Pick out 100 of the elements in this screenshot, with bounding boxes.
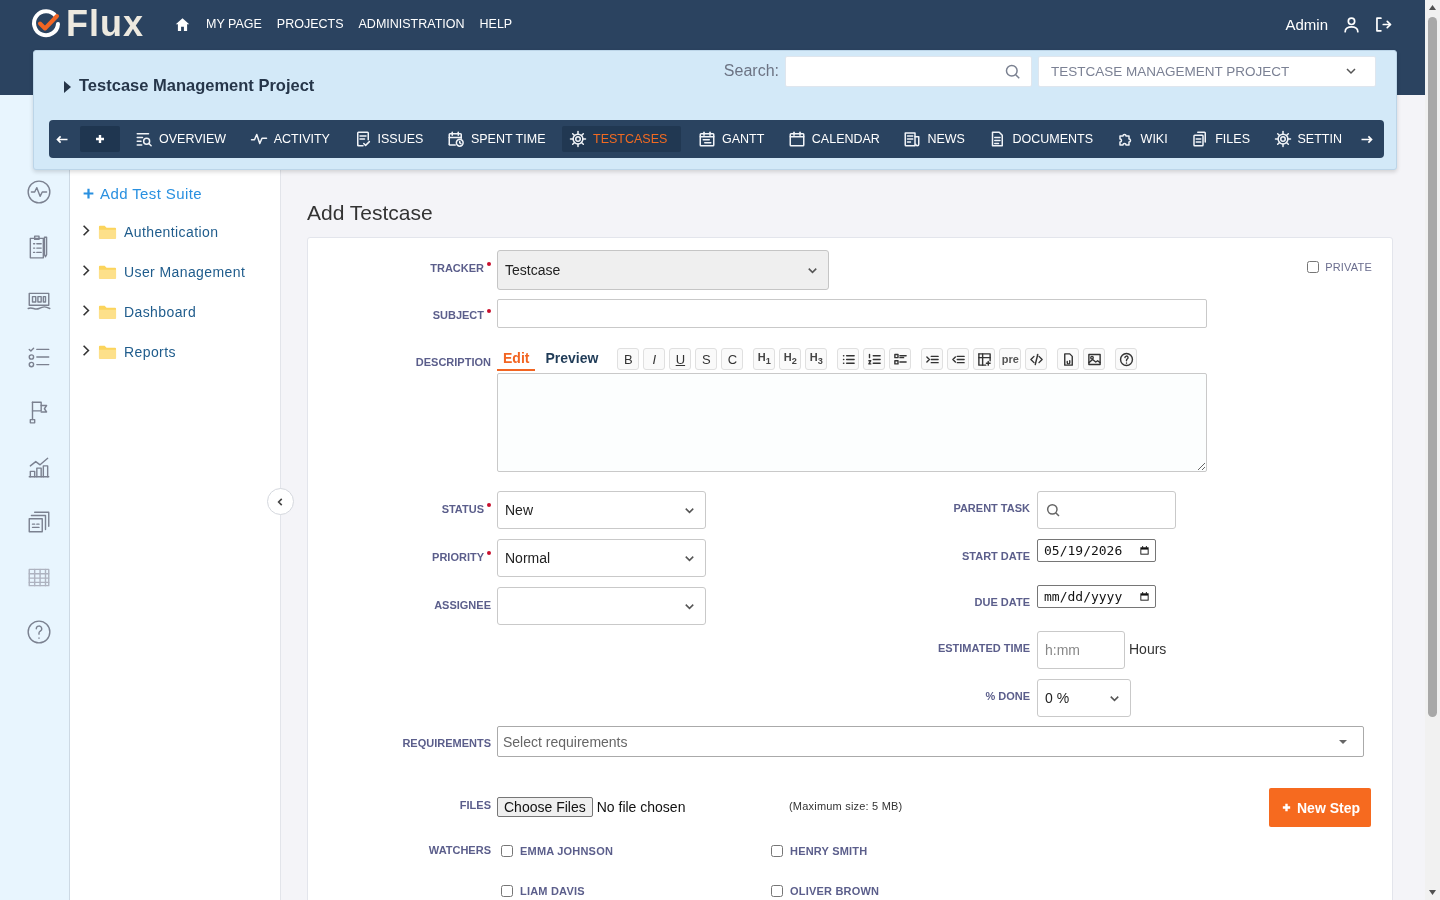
nav-tab[interactable]: OVERVIEW — [128, 126, 234, 152]
field-label: DESCRIPTION — [415, 356, 491, 369]
pulse-circle-icon[interactable] — [25, 179, 52, 205]
toolbar-button[interactable] — [973, 348, 996, 370]
tree-item[interactable]: User Management — [82, 252, 246, 292]
tracker-select[interactable]: Testcase — [497, 250, 829, 290]
search-field[interactable] — [785, 55, 1032, 87]
toolbar-button[interactable] — [1057, 348, 1080, 370]
toolbar-button[interactable]: H$_{2}$ — [779, 348, 802, 370]
folder-icon — [98, 224, 117, 240]
field-label: WATCHERS — [428, 844, 491, 857]
toolbar-button[interactable]: I — [643, 348, 666, 370]
user-icon[interactable] — [1342, 14, 1361, 34]
tree-item[interactable]: Reports — [82, 332, 176, 372]
field-label: ASSIGNEE — [434, 599, 491, 612]
select-field[interactable] — [497, 587, 706, 625]
description-field[interactable] — [497, 373, 1207, 472]
field-label: % DONE — [985, 690, 1030, 702]
help-icon[interactable] — [25, 619, 52, 645]
tree-item[interactable]: Authentication — [82, 212, 219, 252]
estimated-time-field[interactable]: h:mm — [1037, 631, 1125, 669]
nav-tab[interactable]: ISSUES — [346, 126, 431, 152]
file-status-text: No file chosen — [596, 799, 686, 815]
scrollbar[interactable] — [1425, 0, 1440, 900]
numbered-list-icon — [866, 351, 882, 367]
toolbar-button[interactable] — [837, 348, 860, 370]
chevron-right-icon[interactable] — [82, 223, 90, 237]
watcher-checkbox[interactable] — [501, 845, 513, 857]
toolbar-button[interactable]: H$_{1}$ — [753, 348, 776, 370]
calendar-icon — [1139, 591, 1150, 602]
select-field[interactable]: Normal — [497, 539, 706, 577]
chevron-right-icon[interactable] — [82, 303, 90, 317]
menu-link[interactable]: PROJECTS — [276, 17, 344, 31]
code-icon — [1028, 351, 1044, 367]
menu-link[interactable]: HELP — [479, 17, 513, 31]
date-field[interactable]: 05/19/2026 — [1037, 539, 1156, 562]
toolbar-button[interactable]: B — [617, 348, 640, 370]
date-field[interactable]: mm/dd/yyyy — [1037, 585, 1156, 608]
nav-tab[interactable]: NEWS — [896, 126, 972, 152]
toolbar-button[interactable]: pre — [999, 348, 1022, 370]
nav-tab[interactable]: TESTCASES — [562, 126, 682, 152]
toolbar-button[interactable]: S — [695, 348, 718, 370]
chevron-left-icon — [277, 496, 284, 507]
logout-icon[interactable] — [1373, 14, 1392, 34]
plus-icon — [82, 186, 95, 200]
caret-right-icon[interactable] — [64, 80, 71, 93]
user-link[interactable]: Admin — [1285, 15, 1328, 33]
nav-tab[interactable]: WIKI — [1109, 126, 1175, 152]
select-field[interactable]: 0 % — [1037, 679, 1131, 717]
subject-field[interactable] — [497, 299, 1207, 328]
nav-tab[interactable]: CALENDAR — [780, 126, 887, 152]
chevron-right-icon[interactable] — [82, 343, 90, 357]
watcher-name: OLIVER BROWN — [790, 885, 880, 897]
select-field[interactable]: New — [497, 491, 706, 529]
toolbar-button[interactable]: C — [721, 348, 744, 370]
toolbar-button[interactable] — [947, 348, 970, 370]
toolbar-button[interactable] — [889, 348, 912, 370]
toolbar-button[interactable]: U — [669, 348, 692, 370]
requirements-select[interactable]: Select requirements — [497, 726, 1364, 757]
watcher-checkbox[interactable] — [771, 845, 783, 857]
nav-tab[interactable]: GANTT — [690, 126, 772, 152]
file-size-note: (Maximum size: 5 MB) — [789, 799, 903, 812]
watcher-checkbox[interactable] — [501, 885, 513, 897]
nav-tab[interactable]: SPENT TIME — [439, 126, 553, 152]
plus-icon — [94, 133, 106, 145]
toolbar-button[interactable]: H$_{3}$ — [805, 348, 828, 370]
app-logo[interactable]: Flux — [66, 4, 144, 44]
search-icon — [1004, 62, 1021, 80]
folder-icon — [98, 304, 117, 320]
watcher-checkbox[interactable] — [771, 885, 783, 897]
add-button[interactable] — [80, 126, 120, 152]
toolbar-button[interactable] — [863, 348, 886, 370]
toolbar-button[interactable] — [1083, 348, 1106, 370]
project-title: Testcase Management Project — [79, 75, 315, 95]
chevron-right-icon[interactable] — [82, 263, 90, 277]
private-checkbox[interactable] — [1307, 261, 1320, 273]
parent-task-field[interactable] — [1037, 491, 1176, 529]
task-list-icon — [892, 351, 908, 367]
toolbar-button[interactable] — [1115, 348, 1138, 370]
toolbar-button[interactable] — [921, 348, 944, 370]
home-icon[interactable] — [174, 15, 191, 33]
toolbar-button[interactable] — [1025, 348, 1048, 370]
field-label: FILES — [459, 799, 491, 812]
nav-tab[interactable]: FILES — [1184, 126, 1257, 152]
editor-tab[interactable]: Preview — [539, 350, 605, 371]
tree-item[interactable]: Dashboard — [82, 292, 197, 332]
gear-icon — [569, 130, 588, 148]
menu-link[interactable]: ADMINISTRATION — [358, 17, 465, 31]
field-label: START DATE — [961, 550, 1030, 562]
nav-tab[interactable]: DOCUMENTS — [981, 126, 1101, 152]
field-label: ESTIMATED TIME — [937, 642, 1030, 654]
nav-tab[interactable]: ACTIVITY — [242, 126, 337, 152]
choose-files-button[interactable]: Choose Files — [497, 797, 593, 817]
check-circle-icon — [30, 8, 62, 40]
calendar-icon — [787, 130, 806, 148]
project-select[interactable]: TESTCASE MANAGEMENT PROJECT — [1038, 55, 1376, 87]
nav-tab[interactable]: SETTIN — [1266, 126, 1349, 152]
field-label: DUE DATE — [974, 596, 1030, 608]
menu-link[interactable]: MY PAGE — [206, 17, 262, 31]
watcher-name: LIAM DAVIS — [520, 885, 585, 897]
